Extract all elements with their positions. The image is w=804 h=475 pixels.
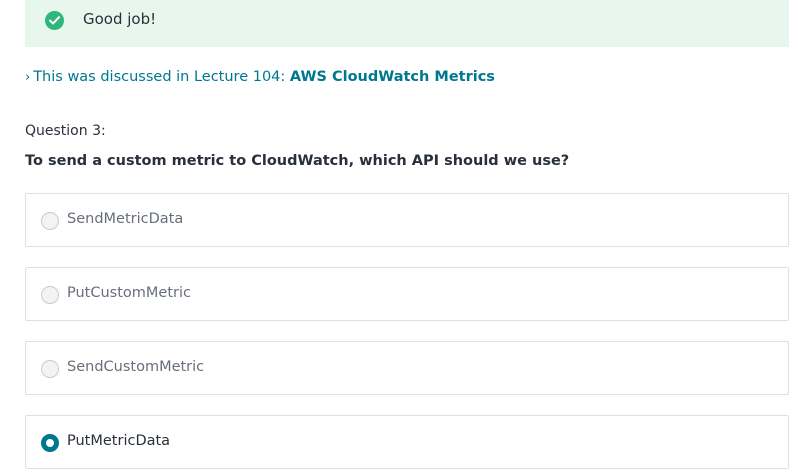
check-circle-icon [45,11,64,30]
radio-button[interactable] [41,360,59,378]
lecture-reference-link[interactable]: › This was discussed in Lecture 104: AWS … [25,69,495,85]
feedback-message: Good job! [83,10,157,28]
answer-option-label: PutMetricData [67,433,171,449]
answer-option-4[interactable]: PutMetricData [25,415,789,469]
answer-option-1[interactable]: SendMetricData [25,193,789,247]
radio-button[interactable] [41,434,59,452]
question-text: To send a custom metric to CloudWatch, w… [25,153,570,169]
lecture-reference-prefix: This was discussed in Lecture 104: [33,69,290,85]
answer-option-3[interactable]: SendCustomMetric [25,341,789,395]
answer-option-label: PutCustomMetric [67,285,191,301]
radio-button[interactable] [41,212,59,230]
chevron-right-icon: › [25,70,31,85]
lecture-title[interactable]: AWS CloudWatch Metrics [290,69,495,85]
answer-option-label: SendMetricData [67,211,184,227]
answer-option-2[interactable]: PutCustomMetric [25,267,789,321]
feedback-banner: Good job! [25,0,789,47]
question-number: Question 3: [25,123,106,139]
answer-option-label: SendCustomMetric [67,359,205,375]
radio-button[interactable] [41,286,59,304]
